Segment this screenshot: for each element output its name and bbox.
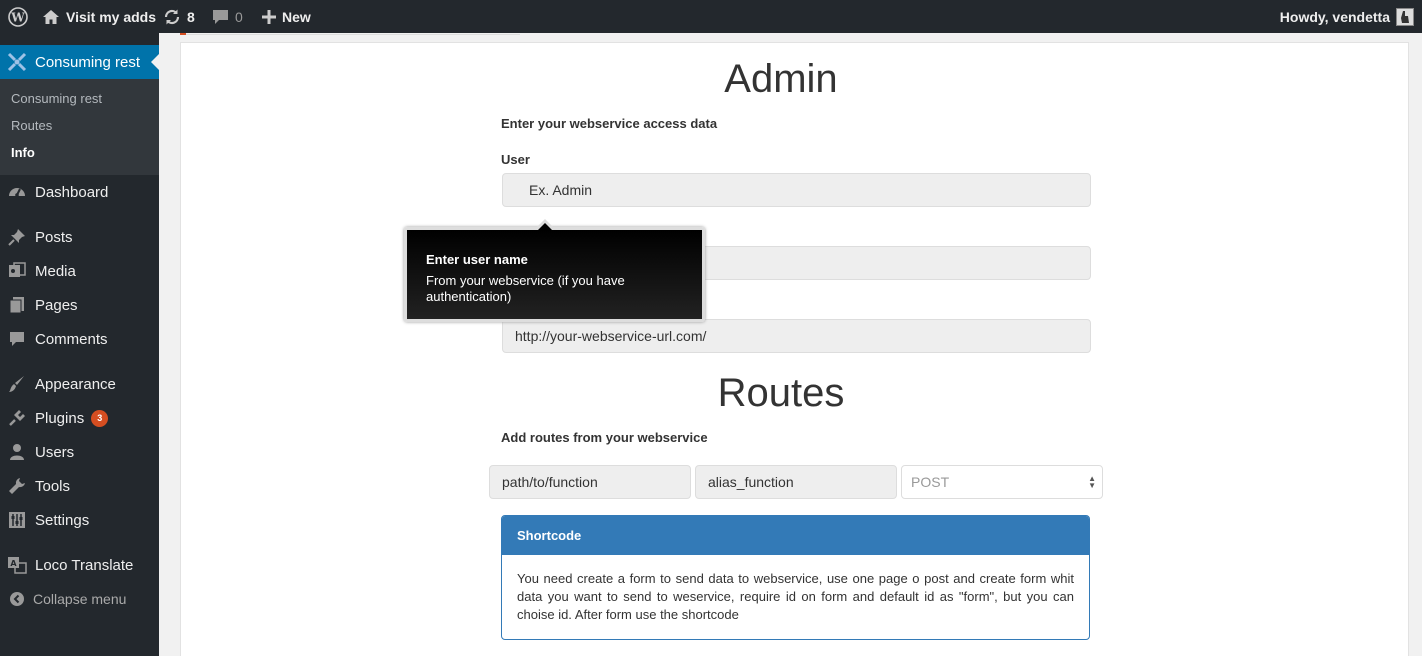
menu-item-loco-translate[interactable]: A Loco Translate (0, 550, 159, 580)
shortcode-body: You need create a form to send data to w… (517, 571, 1074, 622)
menu-item-consuming-rest[interactable]: Consuming rest (0, 45, 159, 79)
shortcode-panel: Shortcode You need create a form to send… (501, 515, 1090, 640)
routes-intro: Add routes from your webservice (501, 430, 708, 445)
menu-label: Comments (35, 330, 108, 348)
user-tooltip: Enter user name From your webservice (if… (404, 219, 705, 322)
menu-item-comments[interactable]: Comments (0, 324, 159, 354)
pages-icon (7, 295, 27, 315)
user-input[interactable]: Ex. Admin (502, 173, 1091, 207)
media-icon (7, 261, 27, 281)
brush-icon (7, 374, 27, 394)
collapse-label: Collapse menu (33, 591, 127, 607)
shortcode-heading: Shortcode (502, 516, 1089, 555)
updates-link[interactable]: 8 (163, 0, 195, 33)
menu-label: Settings (35, 511, 90, 529)
menu-label: Posts (35, 228, 73, 246)
menu-item-media[interactable]: Media (0, 256, 159, 286)
collapse-menu-button[interactable]: Collapse menu (0, 584, 159, 614)
method-select[interactable]: POST ▲ ▼ (901, 465, 1103, 499)
howdy-text: Howdy, vendetta (1279, 8, 1390, 25)
route-alias-input[interactable]: alias_function (695, 465, 897, 499)
menu-label: Pages (35, 296, 78, 314)
account-menu[interactable]: Howdy, vendetta (1280, 0, 1414, 33)
pin-icon (7, 227, 27, 247)
user-label: User (501, 152, 530, 167)
collapse-arrow-icon (7, 589, 27, 609)
menu-label: Media (35, 262, 76, 280)
menu-label: Dashboard (35, 183, 109, 201)
submenu-item-info[interactable]: Info (11, 145, 35, 160)
settings-icon (7, 510, 27, 530)
plus-icon (262, 9, 276, 24)
site-name: Visit my adds (66, 8, 157, 25)
submenu-item-routes[interactable]: Routes (11, 118, 52, 133)
submenu: Consuming rest Routes Info (0, 79, 159, 175)
wrench-icon (7, 476, 27, 496)
menu-item-posts[interactable]: Posts (0, 222, 159, 252)
menu-item-pages[interactable]: Pages (0, 290, 159, 320)
comments-link[interactable]: 0 (212, 0, 243, 33)
top-divider (180, 33, 520, 35)
method-selected-value: POST (911, 474, 950, 490)
plugins-update-badge: 3 (91, 409, 109, 427)
menu-current-label: Consuming rest (35, 53, 141, 71)
submenu-item-consuming-rest[interactable]: Consuming rest (11, 91, 102, 106)
tooltip-text: From your webservice (if you have authen… (426, 273, 625, 304)
plugin-logo-icon (7, 52, 27, 72)
admin-bar: W Visit my adds 8 0 New Howdy, vendetta (0, 0, 1422, 33)
menu-item-users[interactable]: Users (0, 437, 159, 467)
admin-intro: Enter your webservice access data (501, 116, 718, 131)
translate-icon: A (7, 555, 27, 575)
menu-item-appearance[interactable]: Appearance (0, 369, 159, 399)
menu-label: Tools (35, 477, 71, 495)
menu-label: Users (35, 443, 75, 461)
menu-label: Plugins (35, 409, 85, 427)
plugin-icon (7, 408, 27, 428)
comment-bubble-icon (212, 9, 229, 25)
dashboard-icon (7, 182, 27, 202)
updates-icon (163, 8, 181, 26)
webservice-url-input[interactable]: http://your-webservice-url.com/ (502, 319, 1091, 353)
main-panel: Admin Enter your webservice access data … (180, 42, 1409, 656)
new-label: New (282, 8, 311, 25)
menu-label: Loco Translate (35, 556, 134, 574)
menu-item-dashboard[interactable]: Dashboard (0, 177, 159, 207)
menu-label: Appearance (35, 375, 116, 393)
svg-text:A: A (10, 559, 17, 568)
new-content-link[interactable]: New (262, 0, 311, 33)
routes-heading: Routes (717, 371, 845, 415)
route-path-input[interactable]: path/to/function (489, 465, 691, 499)
visit-site-link[interactable]: Visit my adds (42, 0, 156, 33)
user-icon (7, 442, 27, 462)
updates-count: 8 (187, 8, 195, 25)
select-arrows-icon: ▲ ▼ (1088, 474, 1096, 490)
menu-item-tools[interactable]: Tools (0, 471, 159, 501)
comments-count: 0 (235, 8, 243, 25)
comment-icon (7, 329, 27, 349)
menu-item-plugins[interactable]: Plugins 3 (0, 403, 159, 433)
svg-text:W: W (10, 10, 25, 24)
wordpress-logo-icon[interactable]: W (8, 0, 28, 33)
admin-sidebar: Consuming rest Consuming rest Routes Inf… (0, 33, 159, 656)
avatar (1396, 7, 1414, 26)
tooltip-title: Enter user name (426, 252, 528, 267)
home-icon (42, 9, 60, 25)
menu-item-settings[interactable]: Settings (0, 505, 159, 535)
admin-heading: Admin (724, 57, 838, 101)
